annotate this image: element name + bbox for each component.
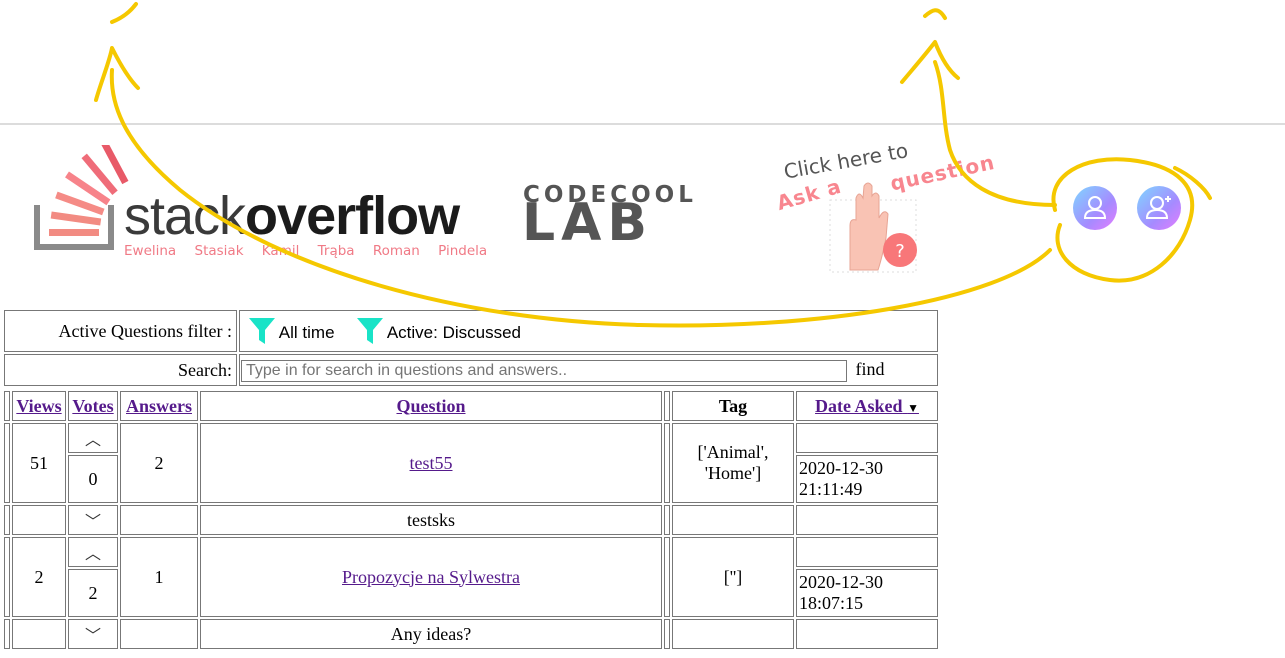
spacer-cell <box>664 505 670 535</box>
downvote-cell[interactable]: ﹀ <box>68 505 118 535</box>
spacer-cell <box>4 537 10 617</box>
logo-wordmark: stackoverflow <box>124 186 460 246</box>
col-tag: Tag <box>672 391 794 421</box>
views-cell: 51 <box>12 423 66 503</box>
col-votes[interactable]: Votes <box>68 391 118 421</box>
empty-cell <box>796 505 938 535</box>
spacer-cell <box>4 505 10 535</box>
codecool-logo-bottom: LAB <box>522 193 654 253</box>
annotation-tick-left <box>110 2 138 24</box>
question-message-cell: testsks <box>200 505 662 535</box>
header-divider <box>0 123 1285 125</box>
table-row: 51 ︿ 2 test55 ['Animal', 'Home'] <box>4 423 938 503</box>
find-button[interactable]: find <box>852 359 885 379</box>
date-cell: 2020-12-30 18:07:15 <box>796 569 938 617</box>
filter-options: All time Active: Discussed <box>239 310 938 352</box>
question-title-cell: test55 <box>200 423 662 503</box>
date-value: 2020-12-30 <box>799 458 883 478</box>
empty-cell <box>12 619 66 649</box>
upvote-icon[interactable]: ︿ <box>85 430 101 449</box>
question-link[interactable]: test55 <box>410 453 453 473</box>
spacer-cell <box>4 619 10 649</box>
filter-active-discussed-label: Active: Discussed <box>386 323 521 342</box>
empty-cell <box>12 505 66 535</box>
table-header-row: Views Votes Answers Question Tag Date As… <box>4 391 938 421</box>
search-label: Search: <box>4 354 237 386</box>
svg-text:?: ? <box>895 241 905 262</box>
downvote-cell[interactable]: ﹀ <box>68 619 118 649</box>
vote-count-cell: 2 <box>68 569 118 617</box>
downvote-icon[interactable]: ﹀ <box>85 626 101 645</box>
logo-word-bold: overflow <box>245 186 460 246</box>
spacer-cell <box>664 423 670 503</box>
answers-cell: 2 <box>120 423 198 503</box>
empty-cell <box>672 619 794 649</box>
col-date[interactable]: Date Asked ▼ <box>796 391 938 421</box>
downvote-icon[interactable]: ﹀ <box>85 512 101 531</box>
empty-cell <box>796 619 938 649</box>
sort-views-link[interactable]: Views <box>16 396 61 416</box>
empty-cell <box>120 505 198 535</box>
raised-hand-icon: ? <box>829 182 917 273</box>
user-icon <box>1083 196 1107 219</box>
ask-question-button[interactable]: Click here to Ask a question ? <box>770 138 1020 275</box>
question-link[interactable]: Propozycje na Sylwestra <box>342 567 520 587</box>
annotation-arrowhead-left <box>94 46 140 102</box>
table-row: ﹀ testsks <box>4 505 938 535</box>
filter-label: Active Questions filter : <box>4 310 237 352</box>
empty-cell <box>672 505 794 535</box>
views-cell: 2 <box>12 537 66 617</box>
upvote-icon[interactable]: ︿ <box>85 544 101 563</box>
upvote-cell[interactable]: ︿ <box>68 537 118 567</box>
date-cell: 2020-12-30 21:11:49 <box>796 455 938 503</box>
filter-all-time-label: All time <box>278 323 335 342</box>
funnel-icon <box>357 318 384 344</box>
questions-table: Views Votes Answers Question Tag Date As… <box>2 389 940 651</box>
col-answers[interactable]: Answers <box>120 391 198 421</box>
add-user-icon <box>1145 196 1171 219</box>
empty-cell <box>120 619 198 649</box>
empty-cell <box>796 537 938 567</box>
time-value: 21:11:49 <box>799 479 863 499</box>
tag-header: Tag <box>718 395 748 416</box>
question-title-cell: Propozycje na Sylwestra <box>200 537 662 617</box>
sort-desc-icon: ▼ <box>907 400 919 415</box>
filter-active-discussed[interactable]: Active: Discussed <box>357 318 521 344</box>
tag-cell: [''] <box>672 537 794 617</box>
spacer-cell <box>4 423 10 503</box>
spacer-cell <box>4 391 10 421</box>
col-question[interactable]: Question <box>200 391 662 421</box>
col-views[interactable]: Views <box>12 391 66 421</box>
table-row: 2 ︿ 1 Propozycje na Sylwestra [''] <box>4 537 938 617</box>
logo-authors: Ewelina Stasiak Kamil Trąba Roman Pindel… <box>124 243 488 259</box>
upvote-cell[interactable]: ︿ <box>68 423 118 453</box>
login-button[interactable] <box>1073 186 1117 230</box>
empty-cell <box>796 423 938 453</box>
annotation-arrowhead-right <box>900 40 960 84</box>
spacer-cell <box>664 391 670 421</box>
date-header-label: Date Asked <box>815 395 903 416</box>
search-cell: find <box>239 354 938 386</box>
sort-question-link[interactable]: Question <box>396 396 465 416</box>
search-input[interactable] <box>241 359 847 382</box>
funnel-icon <box>249 318 275 344</box>
sort-answers-link[interactable]: Answers <box>126 396 192 416</box>
vote-count-cell: 0 <box>68 455 118 503</box>
annotation-tick-right <box>923 8 947 20</box>
question-message-cell: Any ideas? <box>200 619 662 649</box>
answers-cell: 1 <box>120 537 198 617</box>
date-value: 2020-12-30 <box>799 572 883 592</box>
filter-all-time[interactable]: All time <box>249 318 335 344</box>
time-value: 18:07:15 <box>799 593 864 613</box>
table-row: ﹀ Any ideas? <box>4 619 938 649</box>
filter-search-table: Active Questions filter : All time Activ… <box>2 308 940 388</box>
tag-cell: ['Animal', 'Home'] <box>672 423 794 503</box>
register-button[interactable] <box>1137 186 1181 230</box>
sort-date-link[interactable]: Date Asked ▼ <box>815 396 919 416</box>
sort-votes-link[interactable]: Votes <box>72 396 113 416</box>
spacer-cell <box>664 619 670 649</box>
logo-word-light: stack <box>124 186 246 246</box>
spacer-cell <box>664 537 670 617</box>
